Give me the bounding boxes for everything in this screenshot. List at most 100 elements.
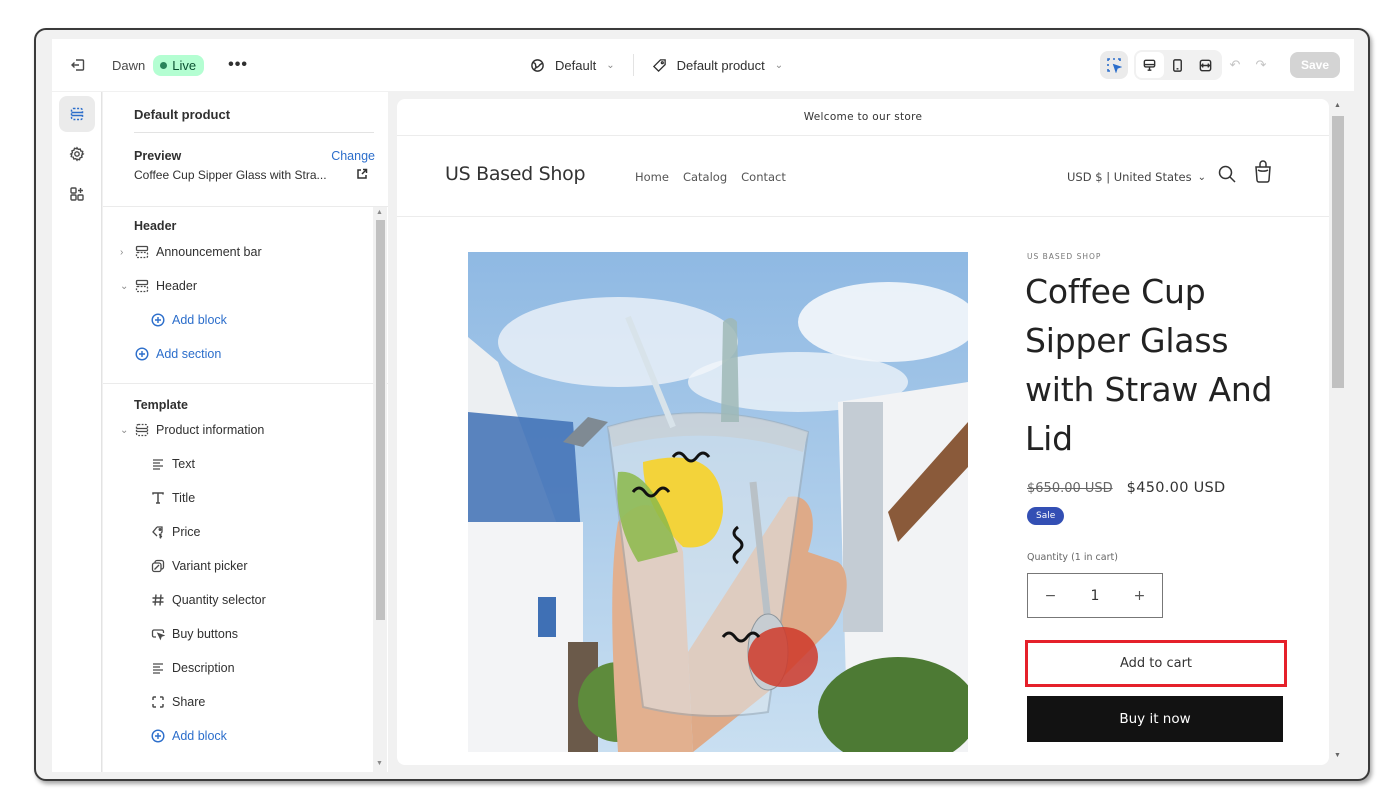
chevron-down-icon: ⌄ — [1197, 171, 1206, 183]
block-item-title[interactable]: Title — [103, 484, 373, 512]
shop-logo-text[interactable]: US Based Shop — [445, 163, 586, 185]
block-label: Quantity selector — [172, 593, 266, 607]
section-label: Header — [156, 279, 197, 293]
scroll-down-icon[interactable]: ▼ — [1334, 752, 1341, 759]
block-item-variant-picker[interactable]: Variant picker — [103, 552, 373, 580]
product-image[interactable] — [468, 252, 968, 752]
product-photo — [468, 252, 968, 752]
chevron-down-icon: ⌄ — [120, 424, 129, 436]
open-external-button[interactable] — [356, 167, 368, 185]
exit-button[interactable] — [52, 39, 104, 91]
desktop-icon — [1144, 59, 1156, 71]
nav-link-catalog[interactable]: Catalog — [683, 170, 727, 184]
block-item-description[interactable]: Description — [103, 654, 373, 682]
store-header: US Based Shop Home Catalog Contact USD $… — [397, 136, 1329, 217]
description-icon — [150, 660, 166, 676]
section-item-product-information[interactable]: ⌄ Product information — [103, 416, 373, 444]
product-price: $650.00 USD $450.00 USD — [1027, 480, 1226, 496]
theme-dropdown[interactable]: Default ⌄ — [530, 58, 615, 73]
globe-icon — [531, 58, 544, 72]
exit-icon — [71, 59, 85, 71]
quantity-decrease-button[interactable]: − — [1028, 574, 1073, 617]
live-dot-icon — [160, 61, 168, 69]
storefront-preview: Welcome to our store US Based Shop Home … — [397, 99, 1329, 765]
redo-button[interactable]: ↷ — [1248, 51, 1274, 79]
block-item-buy-buttons[interactable]: Buy buttons — [103, 620, 373, 648]
nav-link-contact[interactable]: Contact — [741, 170, 786, 184]
block-item-quantity-selector[interactable]: Quantity selector — [103, 586, 373, 614]
inspector-icon — [1107, 58, 1122, 73]
text-icon — [150, 456, 166, 472]
nav-link-home[interactable]: Home — [635, 170, 669, 184]
gear-icon — [69, 146, 85, 162]
external-link-icon — [357, 168, 368, 179]
add-section-label: Add section — [156, 347, 222, 361]
compare-at-price: $650.00 USD — [1027, 481, 1113, 496]
section-item-header[interactable]: ⌄ Header — [103, 272, 373, 300]
quantity-increase-button[interactable]: + — [1117, 574, 1162, 617]
price-tag-icon — [150, 524, 166, 540]
currency-label: USD $ | United States — [1067, 170, 1192, 184]
search-icon — [1218, 165, 1236, 183]
fullwidth-view-button[interactable] — [1192, 52, 1220, 78]
redo-icon: ↷ — [1255, 57, 1267, 72]
theme-name: Dawn — [112, 57, 146, 73]
save-button[interactable]: Save — [1289, 52, 1340, 78]
preview-label: Preview — [134, 149, 182, 163]
section-label: Product information — [156, 423, 265, 437]
scroll-down-icon[interactable]: ▼ — [376, 760, 383, 767]
block-item-text[interactable]: Text — [103, 450, 373, 478]
block-label: Buy buttons — [172, 627, 239, 641]
undo-button[interactable]: ↶ — [1222, 51, 1248, 79]
store-nav: Home Catalog Contact — [635, 170, 786, 184]
cart-button[interactable] — [1253, 159, 1273, 188]
editor-window: Dawn Live ••• Default ⌄ Default product … — [34, 28, 1370, 781]
scroll-up-icon[interactable]: ▲ — [1334, 102, 1341, 109]
product-title: Coffee Cup Sipper Glass with Straw And L… — [1025, 272, 1273, 458]
section-icon — [134, 278, 150, 294]
product-vendor: US BASED SHOP — [1027, 252, 1102, 261]
section-group-template: Template — [134, 398, 188, 412]
template-dropdown[interactable]: Default product ⌄ — [652, 57, 783, 73]
add-circle-icon — [150, 312, 166, 328]
announcement-bar[interactable]: Welcome to our store — [397, 99, 1329, 136]
section-item-announcement-bar[interactable]: › Announcement bar — [103, 238, 373, 266]
block-item-price[interactable]: Price — [103, 518, 373, 546]
tag-icon — [652, 58, 666, 72]
add-block-button[interactable]: Add block — [103, 722, 373, 750]
buy-it-now-button[interactable]: Buy it now — [1027, 696, 1283, 742]
quantity-input[interactable]: 1 — [1073, 588, 1117, 604]
rail-item-theme-settings[interactable] — [59, 136, 95, 172]
divider — [134, 132, 374, 133]
change-preview-link[interactable]: Change — [331, 149, 375, 163]
currency-selector[interactable]: USD $ | United States ⌄ — [1067, 170, 1206, 184]
desktop-view-button[interactable] — [1135, 52, 1164, 78]
undo-icon: ↶ — [1229, 57, 1241, 72]
sale-price: $450.00 USD — [1126, 480, 1226, 496]
preview-scrollbar-thumb[interactable] — [1332, 116, 1344, 388]
live-badge: Live — [153, 54, 205, 76]
block-label: Description — [172, 661, 235, 675]
more-actions-button[interactable]: ••• — [228, 56, 248, 74]
block-label: Title — [172, 491, 196, 505]
mobile-icon — [1173, 58, 1183, 72]
chevron-down-icon: ⌄ — [606, 59, 615, 71]
inspector-button[interactable] — [1099, 51, 1128, 79]
panel-scrollbar-thumb[interactable] — [376, 220, 385, 620]
template-dropdown-label: Default product — [676, 57, 765, 73]
panel-title: Default product — [134, 107, 231, 122]
share-icon — [150, 694, 166, 710]
title-icon — [150, 490, 166, 506]
mobile-view-button[interactable] — [1164, 52, 1192, 78]
add-to-cart-button[interactable]: Add to cart — [1025, 640, 1287, 687]
block-item-share[interactable]: Share — [103, 688, 373, 716]
apps-add-icon — [70, 187, 84, 201]
scroll-up-icon[interactable]: ▲ — [376, 209, 383, 216]
rail-item-sections[interactable] — [59, 96, 95, 132]
quantity-stepper: − 1 + — [1027, 573, 1163, 618]
add-section-button[interactable]: Add section — [103, 340, 373, 368]
rail-item-app-embeds[interactable] — [59, 176, 95, 212]
divider — [103, 383, 388, 384]
add-block-button[interactable]: Add block — [103, 306, 373, 334]
search-button[interactable] — [1217, 164, 1237, 189]
